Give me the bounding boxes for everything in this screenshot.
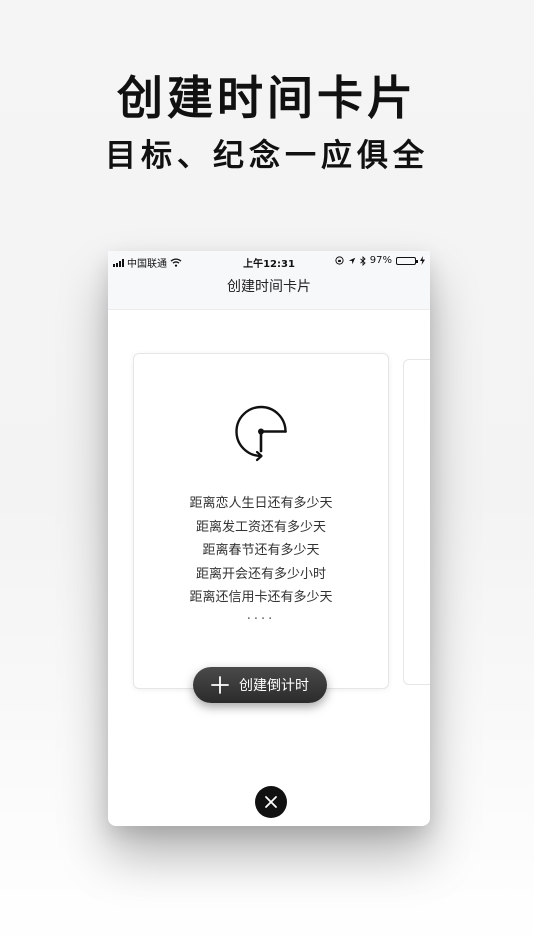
example-line: 距离开会还有多少小时 <box>195 566 326 582</box>
bluetooth-icon <box>359 255 366 266</box>
promo-headline: 创建时间卡片 <box>117 71 417 125</box>
lock-rotation-icon <box>335 256 344 265</box>
battery-percent: 97% <box>369 255 392 266</box>
example-line: 距离春节还有多少天 <box>202 543 320 558</box>
ellipsis: ···· <box>246 612 276 627</box>
status-bar: 中国联通 上午12:31 97% <box>108 251 430 271</box>
plus-icon <box>211 676 229 694</box>
create-countdown-label: 创建倒计时 <box>239 678 309 694</box>
countdown-example-card[interactable]: 距离恋人生日还有多少天 距离发工资还有多少天 距离春节还有多少天 距离开会还有多… <box>133 353 389 689</box>
example-line: 距离发工资还有多少天 <box>195 519 326 535</box>
phone-screen: 中国联通 上午12:31 97% 创建时间卡片 距离恋人生日还有多少天 距离发工… <box>108 251 430 826</box>
example-line: 距离恋人生日还有多少天 <box>189 496 333 511</box>
create-countdown-button[interactable]: 创建倒计时 <box>193 667 327 703</box>
example-line: 距离还信用卡还有多少天 <box>189 590 333 605</box>
next-card-peek[interactable] <box>403 359 430 685</box>
charging-icon <box>420 256 425 265</box>
close-icon <box>265 796 277 808</box>
promo-subheadline: 目标、纪念一应俱全 <box>105 138 429 174</box>
location-icon <box>348 257 355 264</box>
nav-title: 创建时间卡片 <box>227 279 311 295</box>
close-button[interactable] <box>255 786 287 818</box>
clock-icon <box>235 405 287 462</box>
example-list: 距离恋人生日还有多少天 距离发工资还有多少天 距离春节还有多少天 距离开会还有多… <box>134 492 388 610</box>
battery-icon <box>396 256 418 265</box>
nav-bar: 创建时间卡片 <box>108 271 430 310</box>
